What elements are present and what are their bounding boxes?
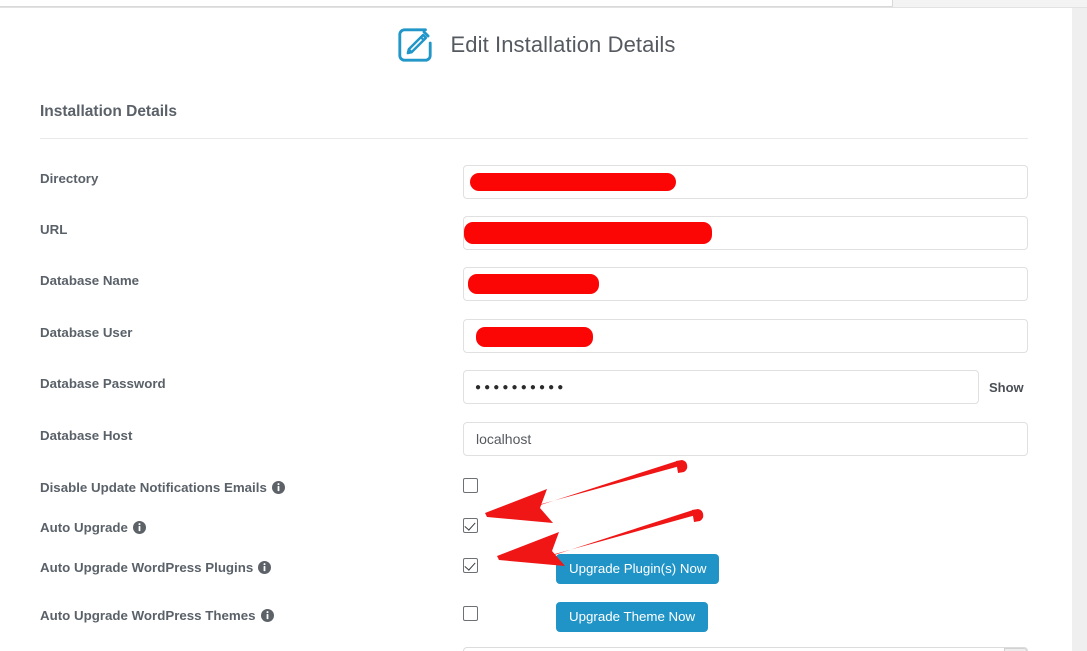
info-icon[interactable] <box>258 561 272 574</box>
info-icon[interactable] <box>260 609 274 622</box>
directory-label: Directory <box>40 171 99 186</box>
auto-upgrade-plugins-label: Auto Upgrade WordPress Plugins <box>40 554 463 575</box>
disable-update-emails-control <box>463 474 1028 498</box>
disable-update-emails-label: Disable Update Notifications Emails <box>40 474 463 495</box>
url-label: URL <box>40 222 68 237</box>
database-host-input[interactable] <box>463 422 1028 456</box>
database-password-label: Database Password <box>40 376 166 391</box>
form-row-backup-location: Backup Location <box>40 647 1028 651</box>
database-password-control: ●●●●●●●●●● Show <box>463 370 1028 404</box>
auto-upgrade-themes-checkbox[interactable] <box>463 606 478 621</box>
auto-upgrade-themes-control: Upgrade Theme Now <box>463 602 1028 633</box>
page-right-gutter <box>1072 8 1087 651</box>
auto-upgrade-themes-label-text: Auto Upgrade WordPress Themes <box>40 608 256 623</box>
page-card: Edit Installation Details Installation D… <box>0 8 1072 651</box>
backup-location-input[interactable] <box>463 647 1028 651</box>
disable-update-emails-checkbox[interactable] <box>463 478 478 493</box>
backup-location-label: Backup Location <box>40 647 463 651</box>
form-row-database-host: Database Host <box>40 422 1028 456</box>
directory-redaction-bar <box>470 173 676 191</box>
database-user-redaction-bar <box>476 327 593 347</box>
info-icon[interactable] <box>132 521 146 534</box>
auto-upgrade-themes-label: Auto Upgrade WordPress Themes <box>40 602 463 623</box>
edit-square-pencil-icon <box>398 28 433 62</box>
url-redaction-bar <box>464 222 712 244</box>
form-row-auto-upgrade-themes: Auto Upgrade WordPress Themes Upgrade Th… <box>40 602 1028 633</box>
auto-upgrade-plugins-checkbox[interactable] <box>463 558 478 573</box>
form-row-database-name: Database Name <box>40 267 1028 301</box>
page-header: Edit Installation Details <box>0 26 1072 64</box>
browser-chrome-panel <box>0 0 893 7</box>
browser-chrome-strip <box>0 0 1087 8</box>
form-row-auto-upgrade: Auto Upgrade <box>40 514 1028 538</box>
disable-update-emails-label-text: Disable Update Notifications Emails <box>40 480 267 495</box>
database-name-label: Database Name <box>40 273 140 288</box>
backup-location-control <box>463 647 1028 651</box>
auto-upgrade-control <box>463 514 1028 538</box>
auto-upgrade-plugins-label-text: Auto Upgrade WordPress Plugins <box>40 560 254 575</box>
url-control <box>463 216 1028 250</box>
database-name-redaction-bar <box>468 274 599 294</box>
database-user-control <box>463 319 1028 353</box>
upgrade-theme-now-button[interactable]: Upgrade Theme Now <box>556 602 709 633</box>
info-icon[interactable] <box>271 481 285 494</box>
form-row-disable-update-emails: Disable Update Notifications Emails <box>40 474 1028 498</box>
upgrade-plugins-now-button[interactable]: Upgrade Plugin(s) Now <box>556 554 720 585</box>
database-password-input[interactable] <box>463 370 979 404</box>
auto-upgrade-plugins-control: Upgrade Plugin(s) Now <box>463 554 1028 585</box>
show-password-link[interactable]: Show <box>989 380 1024 395</box>
auto-upgrade-label-text: Auto Upgrade <box>40 520 128 535</box>
backup-location-input-wrap <box>463 647 1028 651</box>
form-row-database-user: Database User <box>40 319 1028 353</box>
database-user-label: Database User <box>40 325 133 340</box>
form-row-directory: Directory <box>40 165 1028 199</box>
database-name-control <box>463 267 1028 301</box>
database-password-input-wrap: ●●●●●●●●●● <box>463 370 979 404</box>
section-divider <box>40 138 1028 139</box>
directory-control <box>463 165 1028 199</box>
page-title: Edit Installation Details <box>450 32 676 57</box>
form-row-url: URL <box>40 216 1028 250</box>
form-row-database-password: Database Password ●●●●●●●●●● Show <box>40 370 1028 404</box>
auto-upgrade-checkbox[interactable] <box>463 518 478 533</box>
section-title: Installation Details <box>40 103 177 120</box>
auto-upgrade-label: Auto Upgrade <box>40 514 463 535</box>
form-row-auto-upgrade-plugins: Auto Upgrade WordPress Plugins Upgrade P… <box>40 554 1028 585</box>
database-host-label: Database Host <box>40 428 133 443</box>
database-host-control <box>463 422 1028 456</box>
